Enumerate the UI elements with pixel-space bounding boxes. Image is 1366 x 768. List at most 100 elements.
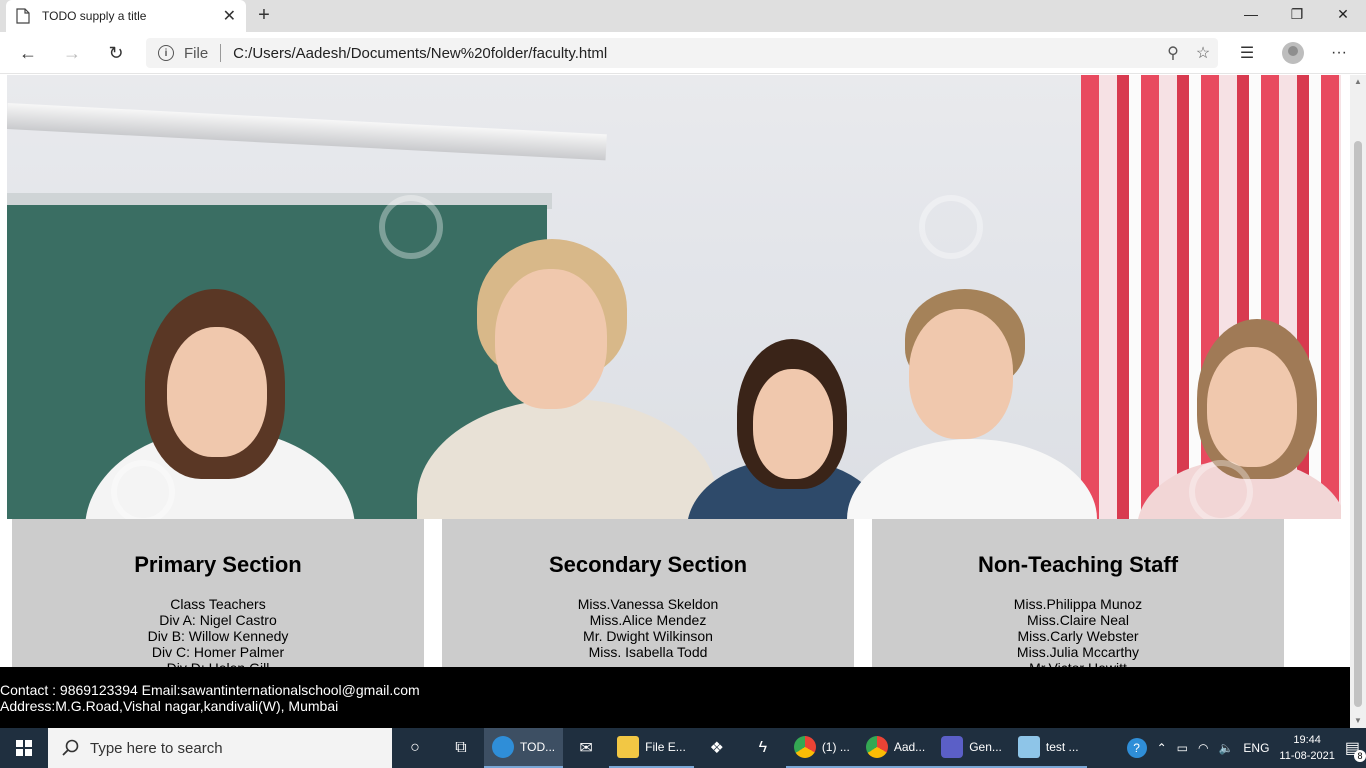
favorite-star-icon[interactable]: ☆	[1188, 43, 1218, 63]
notification-count: 8	[1354, 750, 1366, 762]
taskbar-app-label: TOD...	[520, 740, 556, 754]
more-options-icon[interactable]: ···	[1322, 40, 1356, 66]
mail-icon[interactable]: ✉	[563, 728, 609, 768]
scroll-thumb[interactable]	[1354, 141, 1362, 707]
minimize-button[interactable]: —	[1228, 0, 1274, 28]
forward-button[interactable]: →	[58, 40, 86, 66]
taskbar-app-file-explorer[interactable]: File E...	[609, 728, 694, 768]
window-controls: — ❐ ✕	[1228, 0, 1366, 32]
staff-list: Miss.Philippa Munoz Miss.Claire Neal Mis…	[872, 596, 1284, 676]
faculty-hero-image	[7, 75, 1341, 519]
list-item: Miss.Julia Mccarthy	[1016, 644, 1140, 660]
footer-contact: Contact : 9869123394 Email:sawantinterna…	[0, 682, 420, 698]
scroll-down-arrow[interactable]: ▼	[1350, 714, 1366, 728]
taskbar-app-label: File E...	[645, 740, 686, 754]
refresh-button[interactable]: ↻	[102, 40, 130, 66]
list-item: Miss.Alice Mendez	[589, 612, 707, 628]
chrome-icon	[865, 736, 888, 758]
watermark-icon	[111, 460, 175, 519]
system-tray: ? ⌃ ▭ ◠ 🔈 ENG 19:44 11-08-2021 ▤ 8	[1126, 728, 1366, 768]
favorites-icon[interactable]: ☰	[1230, 40, 1264, 66]
list-item: Miss. Isabella Todd	[588, 644, 708, 660]
page-footer: Contact : 9869123394 Email:sawantinterna…	[0, 667, 1350, 728]
footer-address: Address:M.G.Road,Vishal nagar,kandivali(…	[0, 698, 339, 714]
tab-title: TODO supply a title	[42, 9, 147, 23]
restore-button[interactable]: ❐	[1274, 0, 1320, 28]
back-button[interactable]: ←	[14, 40, 42, 66]
page-scrollbar[interactable]: ▲ ▼	[1350, 75, 1366, 728]
list-item: Div A: Nigel Castro	[159, 612, 277, 628]
section-heading: Non-Teaching Staff	[977, 552, 1179, 577]
section-heading: Secondary Section	[548, 552, 748, 577]
battery-icon[interactable]: ▭	[1177, 741, 1188, 755]
search-placeholder: Type here to search	[90, 739, 223, 757]
taskbar-app-chrome-1[interactable]: (1) ...	[785, 728, 858, 768]
list-item: Mr. Dwight Wilkinson	[583, 628, 713, 644]
scroll-up-arrow[interactable]: ▲	[1350, 75, 1366, 89]
taskbar-app-label: test ...	[1045, 740, 1079, 754]
zoom-icon[interactable]: ⚲	[1158, 43, 1188, 63]
clock-date: 11-08-2021	[1279, 750, 1335, 762]
cortana-icon[interactable]: ○	[392, 728, 438, 768]
list-item: Miss.Claire Neal	[1027, 612, 1129, 628]
notification-icon[interactable]: ▤ 8	[1345, 738, 1366, 762]
taskbar-app-label: Gen...	[969, 740, 1002, 754]
watermark-icon	[919, 195, 983, 259]
info-icon[interactable]: i	[158, 45, 174, 61]
folder-icon	[617, 736, 640, 758]
chevron-up-icon[interactable]: ⌃	[1157, 741, 1167, 755]
ceiling-light	[7, 103, 607, 161]
url-field[interactable]: i File C:/Users/Aadesh/Documents/New%20f…	[146, 38, 1218, 68]
taskbar-app-label: (1) ...	[821, 740, 850, 754]
taskbar-app-edge[interactable]: TOD...	[484, 728, 564, 768]
avatar	[1282, 42, 1304, 64]
language-indicator[interactable]: ENG	[1243, 741, 1269, 755]
list-item: Div B: Willow Kennedy	[147, 628, 289, 644]
taskbar-app-chrome-2[interactable]: Aad...	[857, 728, 934, 768]
teams-icon	[941, 736, 964, 758]
chrome-icon	[793, 736, 816, 758]
task-view-icon[interactable]: ⧉	[438, 728, 484, 768]
notepad-icon	[1017, 736, 1040, 758]
start-button[interactable]	[0, 728, 48, 768]
taskbar-app-notepad[interactable]: test ...	[1009, 728, 1087, 768]
taskbar-search[interactable]: Type here to search	[48, 728, 392, 768]
close-window-button[interactable]: ✕	[1320, 0, 1366, 28]
volume-icon[interactable]: 🔈	[1218, 741, 1233, 755]
list-item: Miss.Vanessa Skeldon	[577, 596, 719, 612]
search-icon	[62, 739, 79, 756]
teacher-figure	[417, 239, 717, 519]
browser-toolbar-right: ☰ ···	[1230, 40, 1356, 66]
dropbox-icon[interactable]: ❖	[694, 728, 740, 768]
staff-list: Miss.Vanessa Skeldon Miss.Alice Mendez M…	[442, 596, 854, 660]
close-tab-icon[interactable]: ✕	[223, 6, 236, 26]
clock-time: 19:44	[1293, 734, 1321, 746]
taskbar-app-teams[interactable]: Gen...	[933, 728, 1010, 768]
watermark-icon	[1189, 460, 1253, 519]
help-icon[interactable]: ?	[1126, 738, 1147, 758]
bolt-app-icon[interactable]: ϟ	[740, 728, 786, 768]
address-bar: ← → ↻ i File C:/Users/Aadesh/Documents/N…	[0, 32, 1366, 74]
taskbar-app-label: Aad...	[893, 740, 926, 754]
list-item: Div C: Homer Palmer	[151, 644, 285, 660]
teacher-figure	[847, 289, 1097, 519]
profile-button[interactable]	[1276, 40, 1310, 66]
file-label: File	[184, 44, 209, 62]
page-icon	[16, 8, 30, 24]
browser-tab-bar: TODO supply a title ✕ + — ❐ ✕	[0, 0, 1366, 32]
list-item: Class Teachers	[170, 596, 266, 612]
clock[interactable]: 19:44 11-08-2021	[1279, 732, 1334, 764]
watermark-icon	[379, 195, 443, 259]
section-heading: Primary Section	[134, 552, 302, 577]
wifi-icon[interactable]: ◠	[1198, 741, 1208, 755]
url-text[interactable]: C:/Users/Aadesh/Documents/New%20folder/f…	[233, 45, 1158, 62]
url-separator	[220, 44, 222, 62]
list-item: Miss.Carly Webster	[1017, 628, 1139, 644]
edge-icon	[492, 736, 514, 758]
new-tab-button[interactable]: +	[252, 4, 276, 28]
page-viewport: Primary Section Class Teachers Div A: Ni…	[0, 75, 1350, 728]
windows-taskbar: Type here to search ○ ⧉ TOD... ✉ File E.…	[0, 728, 1366, 768]
windows-logo-icon	[16, 740, 32, 756]
browser-tab[interactable]: TODO supply a title ✕	[6, 0, 246, 32]
staff-list: Class Teachers Div A: Nigel Castro Div B…	[12, 596, 424, 676]
